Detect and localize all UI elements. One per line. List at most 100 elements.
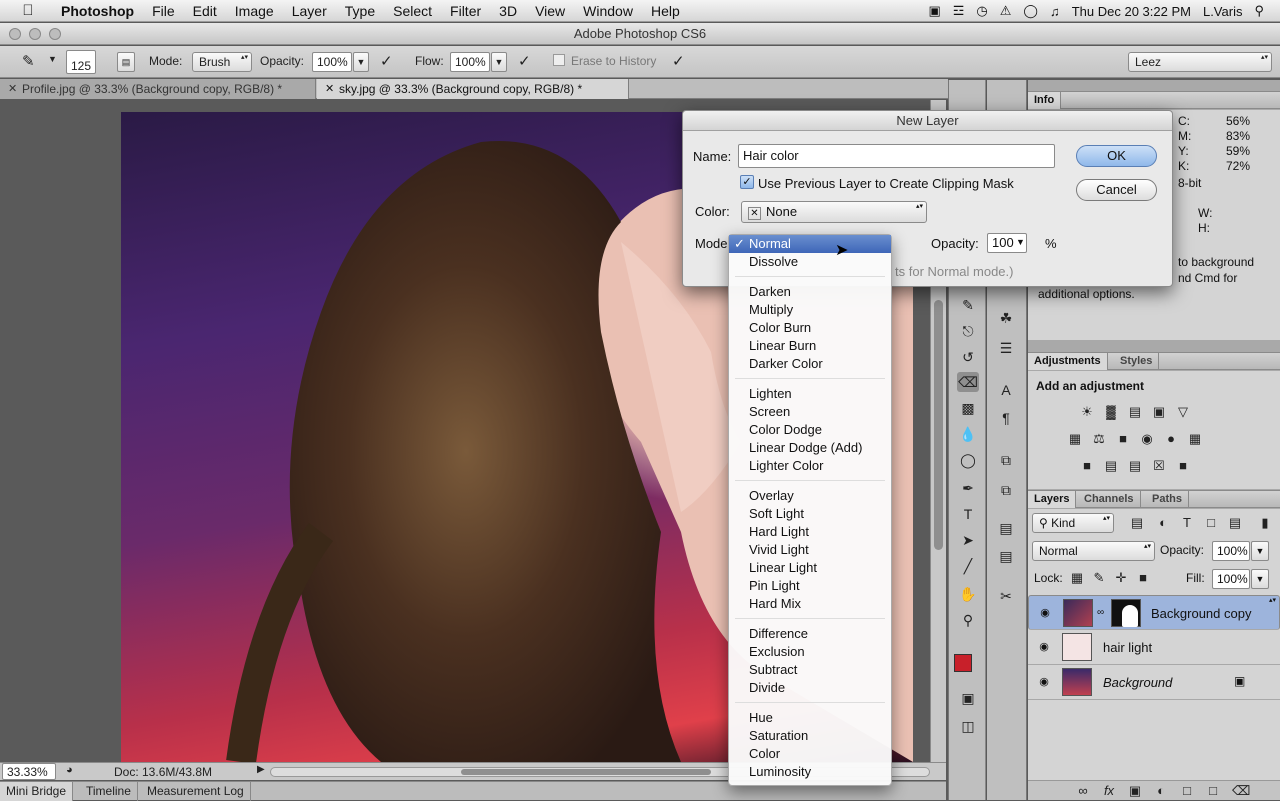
zoom-window-icon[interactable] [49, 28, 61, 40]
alert-icon[interactable]: ⚠ [994, 3, 1018, 19]
paragraph-icon[interactable]: ¶ [995, 408, 1017, 428]
flow-input[interactable]: 100% [450, 52, 490, 72]
blend-overlay[interactable]: Overlay [729, 487, 891, 505]
screen-mode-icon[interactable]: ◫ [957, 716, 979, 736]
blend-lighter-color[interactable]: Lighter Color [729, 457, 891, 475]
menu-file[interactable]: File [143, 3, 184, 19]
blend-difference[interactable]: Difference [729, 625, 891, 643]
menu-3d[interactable]: 3D [490, 3, 526, 19]
filter-type-icon[interactable]: T [1178, 515, 1196, 531]
new-adjustment-icon[interactable]: ◐ [1152, 783, 1170, 799]
pressure-size-icon[interactable]: ✓ [672, 52, 685, 70]
ok-button[interactable]: OK [1076, 145, 1157, 167]
clone-stamp-icon[interactable]: ⎋ [957, 321, 979, 341]
lock-position-icon[interactable]: ✛ [1112, 570, 1130, 586]
display-icon[interactable]: ▣ [922, 3, 946, 19]
menu-layer[interactable]: Layer [283, 3, 336, 19]
close-tab-icon[interactable]: ✕ [8, 79, 17, 99]
lock-all-icon[interactable]: ■ [1134, 570, 1152, 586]
posterize-icon[interactable]: ▤ [1102, 458, 1120, 474]
zoom-field[interactable]: 33.33% [2, 763, 56, 780]
vibrance-icon[interactable]: ▽ [1174, 404, 1192, 420]
blend-linear-light[interactable]: Linear Light [729, 559, 891, 577]
menu-window[interactable]: Window [574, 3, 642, 19]
photo-filter-icon[interactable]: ◉ [1138, 431, 1156, 447]
tab-styles[interactable]: Styles [1114, 353, 1160, 370]
blend-hard-mix[interactable]: Hard Mix [729, 595, 891, 613]
gradient-map-icon[interactable]: ■ [1174, 458, 1192, 474]
blend-darken[interactable]: Darken [729, 283, 891, 301]
volume-icon[interactable]: ♫ [1044, 4, 1066, 19]
brush-panel-icon[interactable]: ▤ [117, 52, 135, 72]
color-select[interactable]: ✕ None [741, 201, 927, 223]
filter-toggle-icon[interactable]: ▮ [1256, 515, 1274, 531]
link-icon[interactable]: ∞ [1097, 607, 1104, 618]
brush-size-picker[interactable]: 125 [66, 50, 96, 74]
trash-icon[interactable]: ⌫ [1232, 783, 1250, 799]
menu-filter[interactable]: Filter [441, 3, 490, 19]
channel-mixer-icon[interactable]: ● [1162, 431, 1180, 447]
lock-image-icon[interactable]: ✎ [1090, 570, 1108, 586]
blend-subtract[interactable]: Subtract [729, 661, 891, 679]
blend-linear-dodge[interactable]: Linear Dodge (Add) [729, 439, 891, 457]
tab-layers[interactable]: Layers [1028, 491, 1077, 508]
eraser-tool-icon[interactable]: ✎ [22, 52, 35, 70]
fx-icon[interactable]: fx [1100, 783, 1118, 799]
blend-screen[interactable]: Screen [729, 403, 891, 421]
foreground-color-swatch[interactable] [954, 654, 972, 672]
blend-dissolve[interactable]: Dissolve [729, 253, 891, 271]
blend-soft-light[interactable]: Soft Light [729, 505, 891, 523]
exposure-icon[interactable]: ▣ [1150, 404, 1168, 420]
spotlight-search-icon[interactable]: ⚲ [1248, 3, 1270, 19]
blend-exclusion[interactable]: Exclusion [729, 643, 891, 661]
menu-type[interactable]: Type [336, 3, 384, 19]
blend-color-burn[interactable]: Color Burn [729, 319, 891, 337]
layer-opacity-input[interactable]: 100% [1212, 541, 1250, 561]
color-balance-icon[interactable]: ⚖ [1090, 431, 1108, 447]
mode-select[interactable]: Brush [192, 52, 252, 72]
layer-opacity-dropdown-icon[interactable]: ▼ [1251, 541, 1269, 561]
new-layer-icon[interactable]: □ [1204, 783, 1222, 799]
color-lookup-icon[interactable]: ▦ [1186, 431, 1204, 447]
threshold-icon[interactable]: ▤ [1126, 458, 1144, 474]
tab-info[interactable]: Info [1028, 92, 1062, 109]
blend-divide[interactable]: Divide [729, 679, 891, 697]
close-tab-icon[interactable]: ✕ [325, 79, 334, 99]
type-tool-icon[interactable]: T [957, 504, 979, 524]
gradient-icon[interactable]: ▩ [957, 398, 979, 418]
layer-mask-thumbnail[interactable] [1111, 599, 1141, 627]
path-select-icon[interactable]: ➤ [957, 530, 979, 550]
opacity-input[interactable]: 100% [312, 52, 352, 72]
wifi-icon[interactable]: ☲ [947, 3, 971, 19]
invert-icon[interactable]: ■ [1078, 458, 1096, 474]
status-menu-arrow-icon[interactable]: ▶ [257, 764, 265, 775]
menu-select[interactable]: Select [384, 3, 441, 19]
filter-shape-icon[interactable]: □ [1202, 515, 1220, 531]
timemachine-icon[interactable]: ◷ [970, 3, 993, 19]
filter-smart-icon[interactable]: ▤ [1226, 515, 1244, 531]
character-icon[interactable]: A [995, 380, 1017, 400]
tab-mini-bridge[interactable]: Mini Bridge [0, 782, 74, 801]
tab-channels[interactable]: Channels [1078, 491, 1141, 508]
brush-presets-icon[interactable]: ☘ [995, 308, 1017, 328]
filter-pixel-icon[interactable]: ▤ [1128, 515, 1146, 531]
blend-pin-light[interactable]: Pin Light [729, 577, 891, 595]
tab-measurement-log[interactable]: Measurement Log [141, 782, 251, 801]
clipping-mask-checkbox[interactable]: ✓ [740, 175, 754, 189]
layer-row-background[interactable]: ◉ Background ▣ [1028, 665, 1280, 700]
visibility-eye-icon[interactable]: ◉ [1037, 606, 1053, 619]
levels-icon[interactable]: ▓ [1102, 404, 1120, 420]
blur-icon[interactable]: 💧 [957, 424, 979, 444]
opacity-dropdown-icon[interactable]: ▼ [353, 52, 369, 72]
fill-dropdown-icon[interactable]: ▼ [1251, 569, 1269, 589]
minimize-window-icon[interactable] [29, 28, 41, 40]
hscroll-thumb[interactable] [461, 769, 711, 775]
fill-input[interactable]: 100% [1212, 569, 1250, 589]
visibility-eye-icon[interactable]: ◉ [1036, 675, 1052, 688]
dialog-opacity-dropdown-icon[interactable]: ▼ [1016, 237, 1025, 247]
blend-darker-color[interactable]: Darker Color [729, 355, 891, 373]
menu-image[interactable]: Image [226, 3, 283, 19]
quick-mask-icon[interactable]: ▣ [957, 688, 979, 708]
blend-color[interactable]: Color [729, 745, 891, 763]
new-group-icon[interactable]: □ [1178, 783, 1196, 799]
